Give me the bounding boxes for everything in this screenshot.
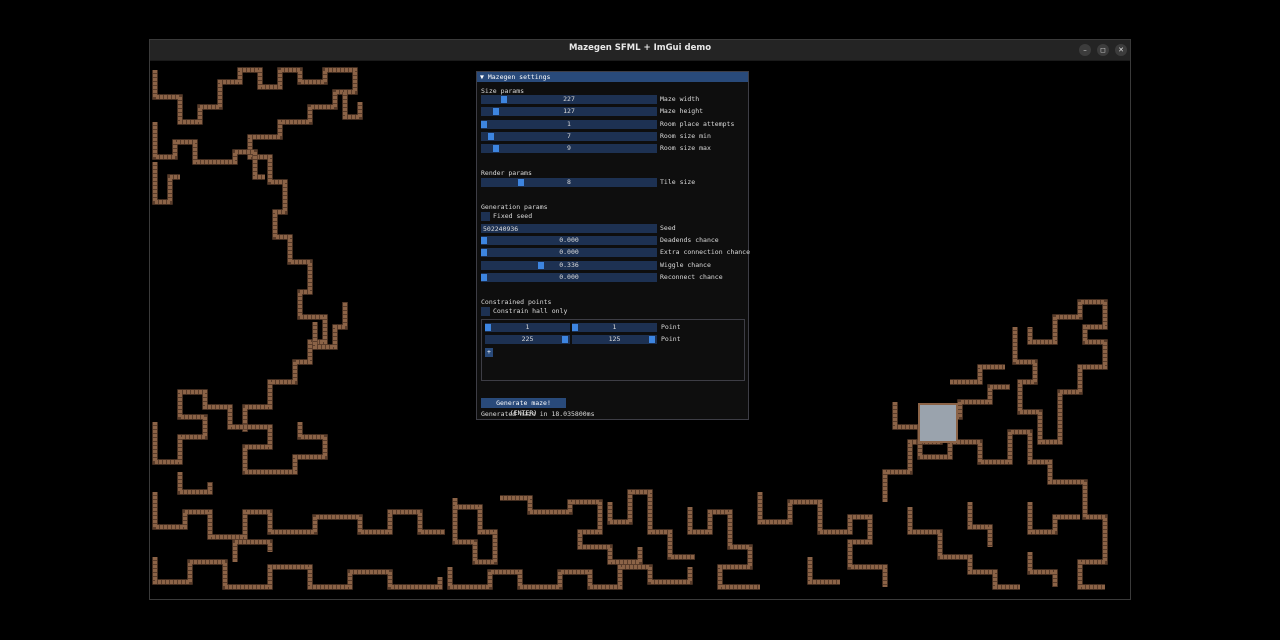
window-title: Mazegen SFML + ImGui demo — [568, 43, 712, 53]
maze-canvas[interactable]: ▼ Mazegen settings Size params 227 Maze w… — [150, 62, 1130, 600]
slider-value: 127 — [563, 107, 575, 116]
slider-value: 0.000 — [559, 248, 579, 257]
maze-corridor-shadow — [152, 122, 265, 180]
room-size-max-label: Room size max — [660, 144, 711, 153]
maze-width-slider[interactable]: 227 — [481, 95, 657, 104]
maze-corridor-shadow — [950, 364, 1005, 385]
maze-width-label: Maze width — [660, 95, 700, 103]
add-point-button[interactable]: + — [485, 348, 493, 357]
slider-value: 1 — [525, 323, 530, 331]
slider-value: 227 — [563, 95, 575, 103]
point-y-slider[interactable]: 1 — [572, 323, 657, 332]
point-label: Point — [661, 335, 681, 344]
slider-value: 0.000 — [559, 236, 579, 244]
maze-corridor — [153, 390, 327, 474]
point-y-slider[interactable]: 125 — [572, 335, 657, 345]
close-button[interactable]: ✕ — [1115, 44, 1127, 56]
wiggle-chance-slider[interactable]: 0.336 — [481, 260, 657, 270]
deadends-chance-slider[interactable]: 0.000 — [481, 236, 657, 245]
generation-params-heading: Generation params — [481, 203, 548, 211]
maze-corridor-shadow — [607, 489, 695, 560]
maze-corridor — [1013, 300, 1107, 444]
room-size-min-label: Room size min — [660, 131, 711, 140]
slider-value: 125 — [608, 335, 621, 344]
maze-corridor-shadow — [177, 472, 213, 495]
maze-corridor — [500, 496, 642, 564]
slider-value: 8 — [567, 178, 571, 186]
fixed-seed-checkbox[interactable] — [481, 212, 490, 221]
size-params-heading: Size params — [481, 87, 525, 95]
room-size-min-slider[interactable]: 7 — [481, 131, 657, 141]
maze-corridor-shadow — [342, 92, 363, 120]
seed-input[interactable] — [481, 224, 657, 233]
point-x-slider[interactable]: 1 — [485, 323, 570, 332]
slider-value: 9 — [567, 144, 571, 153]
maze-corridor-shadow — [152, 67, 358, 432]
deadends-chance-label: Deadends chance — [660, 236, 719, 244]
maze-corridor — [688, 507, 760, 589]
maze-corridor-shadow — [232, 539, 273, 562]
constrain-hall-label: Constrain hall only — [493, 307, 568, 315]
generation-status: Generated maze in 18.035800ms — [481, 410, 595, 418]
tile-size-label: Tile size — [660, 178, 696, 186]
maze-height-label: Maze height — [660, 107, 704, 116]
panel-header[interactable]: ▼ Mazegen settings — [477, 72, 748, 82]
tile-size-slider[interactable]: 8 — [481, 178, 657, 187]
minimize-button[interactable]: – — [1079, 44, 1091, 56]
room-size-max-slider[interactable]: 9 — [481, 144, 657, 154]
maze-corridor — [908, 507, 1020, 589]
reconnect-chance-slider[interactable]: 0.000 — [481, 272, 657, 282]
settings-panel: ▼ Mazegen settings Size params 227 Maze w… — [476, 71, 751, 420]
seed-label: Seed — [660, 224, 676, 232]
slider-value: 225 — [521, 335, 534, 344]
maze-corridor — [453, 498, 497, 564]
room-place-attempts-label: Room place attempts — [660, 119, 735, 128]
window-titlebar[interactable]: Mazegen SFML + ImGui demo – ◻ ✕ — [150, 40, 1130, 61]
fixed-seed-label: Fixed seed — [493, 212, 533, 220]
generate-maze-button[interactable]: Generate maze! (ENTER) — [481, 398, 566, 417]
maze-corridor — [808, 557, 840, 584]
maze-corridor-shadow — [757, 492, 888, 587]
constrain-hall-checkbox[interactable] — [481, 307, 490, 316]
maze-height-slider[interactable]: 127 — [481, 107, 657, 117]
maze-corridor-shadow — [152, 162, 180, 205]
maze-corridor-shadow — [152, 557, 443, 590]
maze-room — [918, 403, 958, 443]
slider-value: 1 — [567, 119, 571, 128]
reconnect-chance-label: Reconnect chance — [660, 272, 723, 281]
maze-corridor — [448, 565, 692, 589]
wiggle-chance-label: Wiggle chance — [660, 260, 711, 269]
maze-corridor-shadow — [907, 507, 1020, 590]
panel-title: Mazegen settings — [487, 73, 551, 81]
maze-corridor-shadow — [967, 502, 993, 547]
render-params-heading: Render params — [481, 169, 532, 177]
extra-connection-chance-slider[interactable]: 0.000 — [481, 248, 657, 258]
point-label: Point — [661, 323, 681, 331]
maze-corridor-shadow — [807, 557, 840, 585]
slider-value: 0.336 — [559, 260, 579, 269]
maze-corridor — [178, 472, 212, 494]
app-window: Mazegen SFML + ImGui demo – ◻ ✕ ▼ Mazege… — [149, 39, 1131, 600]
slider-value: 1 — [612, 323, 617, 331]
collapse-arrow-icon[interactable]: ▼ — [480, 73, 484, 81]
constrained-points-heading: Constrained points — [481, 298, 552, 306]
room-place-attempts-slider[interactable]: 1 — [481, 119, 657, 129]
points-list: 1 1 Point 225 125 Point + — [481, 319, 745, 381]
maze-corridor-shadow — [1027, 552, 1058, 587]
slider-value: 7 — [567, 131, 571, 140]
point-x-slider[interactable]: 225 — [485, 335, 570, 345]
slider-value: 0.000 — [559, 272, 579, 281]
maximize-button[interactable]: ◻ — [1097, 44, 1109, 56]
extra-connection-chance-label: Extra connection chance — [660, 248, 751, 257]
maze-corridor — [233, 540, 272, 562]
